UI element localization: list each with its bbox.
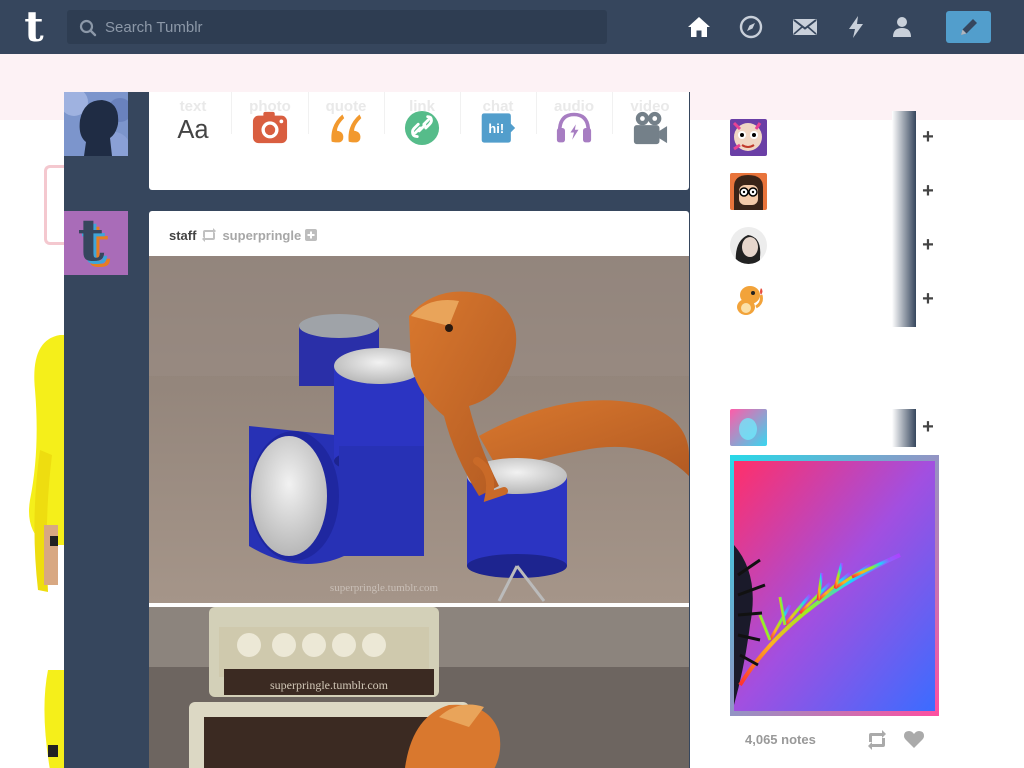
explore-icon[interactable] xyxy=(738,14,764,40)
recommended-blog-1: + xyxy=(730,111,940,165)
top-navigation-bar: t xyxy=(0,0,1024,54)
headphones-icon xyxy=(556,110,592,146)
search-box[interactable] xyxy=(67,10,607,44)
video-camera-icon xyxy=(632,110,668,146)
follow-plus-icon[interactable] xyxy=(305,229,318,241)
pencil-icon xyxy=(960,19,977,35)
post-type-chat[interactable]: chat hi! xyxy=(460,92,536,190)
follow-button[interactable]: + xyxy=(920,416,936,438)
blog-avatar[interactable] xyxy=(730,409,767,446)
inbox-icon[interactable] xyxy=(792,14,818,40)
reblog-source-link[interactable]: superpringle xyxy=(222,228,301,243)
camera-icon xyxy=(252,110,288,146)
fade-overlay xyxy=(892,165,916,219)
search-icon xyxy=(79,19,97,37)
blog-avatar[interactable] xyxy=(730,281,767,318)
fade-overlay xyxy=(892,111,916,165)
post-type-audio[interactable]: audio xyxy=(536,92,612,190)
post-type-photo[interactable]: photo xyxy=(232,92,308,190)
activity-icon[interactable] xyxy=(843,14,869,40)
post-type-text[interactable]: text Aa xyxy=(155,92,231,190)
follow-button[interactable]: + xyxy=(920,288,936,310)
search-input[interactable] xyxy=(105,10,595,44)
background-figure-decoration xyxy=(29,335,64,768)
home-icon[interactable] xyxy=(686,14,712,40)
reblog-icon[interactable] xyxy=(866,730,888,750)
account-icon[interactable] xyxy=(889,14,915,40)
blog-avatar[interactable] xyxy=(730,173,767,210)
radar-blog: + xyxy=(730,409,940,447)
recommended-blog-3: + xyxy=(730,219,940,273)
quote-icon xyxy=(328,110,364,146)
heart-icon[interactable] xyxy=(904,731,924,749)
follow-button[interactable]: + xyxy=(920,180,936,202)
compose-button[interactable] xyxy=(946,11,991,43)
post-photo-lizard-drums[interactable]: superpringle.tumblr.com xyxy=(149,256,689,603)
recommended-blog-2: + xyxy=(730,165,940,219)
post-type-video[interactable]: video xyxy=(612,92,688,190)
post-type-quote[interactable]: quote xyxy=(308,92,384,190)
post-author-link[interactable]: staff xyxy=(169,228,196,243)
link-icon xyxy=(404,110,440,146)
post-header: staff superpringle xyxy=(169,227,318,243)
follow-button[interactable]: + xyxy=(920,234,936,256)
tumblr-logo[interactable]: t xyxy=(14,5,54,49)
reblog-icon xyxy=(202,228,217,242)
svg-text:hi!: hi! xyxy=(488,121,504,136)
fade-overlay xyxy=(892,273,916,327)
svg-text:t: t xyxy=(78,211,105,274)
radar-post-image[interactable] xyxy=(730,455,939,716)
background-decoration xyxy=(44,165,64,245)
follow-button[interactable]: + xyxy=(920,126,936,148)
fade-overlay xyxy=(892,409,916,447)
svg-text:Aa: Aa xyxy=(177,116,209,144)
text-icon: Aa xyxy=(175,110,211,146)
staff-avatar[interactable]: t t t xyxy=(64,211,128,275)
photo-watermark: superpringle.tumblr.com xyxy=(270,678,389,692)
chat-icon: hi! xyxy=(480,110,516,146)
notes-count[interactable]: 4,065 notes xyxy=(745,732,816,747)
recommended-blog-4: + xyxy=(730,273,940,327)
user-avatar[interactable] xyxy=(64,92,128,156)
post-photo-lizard-amp[interactable]: superpringle.tumblr.com xyxy=(149,607,689,768)
blog-avatar[interactable] xyxy=(730,227,767,264)
dashboard-post: staff superpringle superpringle.tumblr.c… xyxy=(149,211,689,768)
post-type-bar: text Aa photo quote link chat hi! audio xyxy=(149,92,689,190)
post-type-link[interactable]: link xyxy=(384,92,460,190)
radar-post-footer: 4,065 notes xyxy=(730,728,940,752)
blog-avatar[interactable] xyxy=(730,119,767,156)
photo-watermark: superpringle.tumblr.com xyxy=(330,582,439,594)
fade-overlay xyxy=(892,219,916,273)
